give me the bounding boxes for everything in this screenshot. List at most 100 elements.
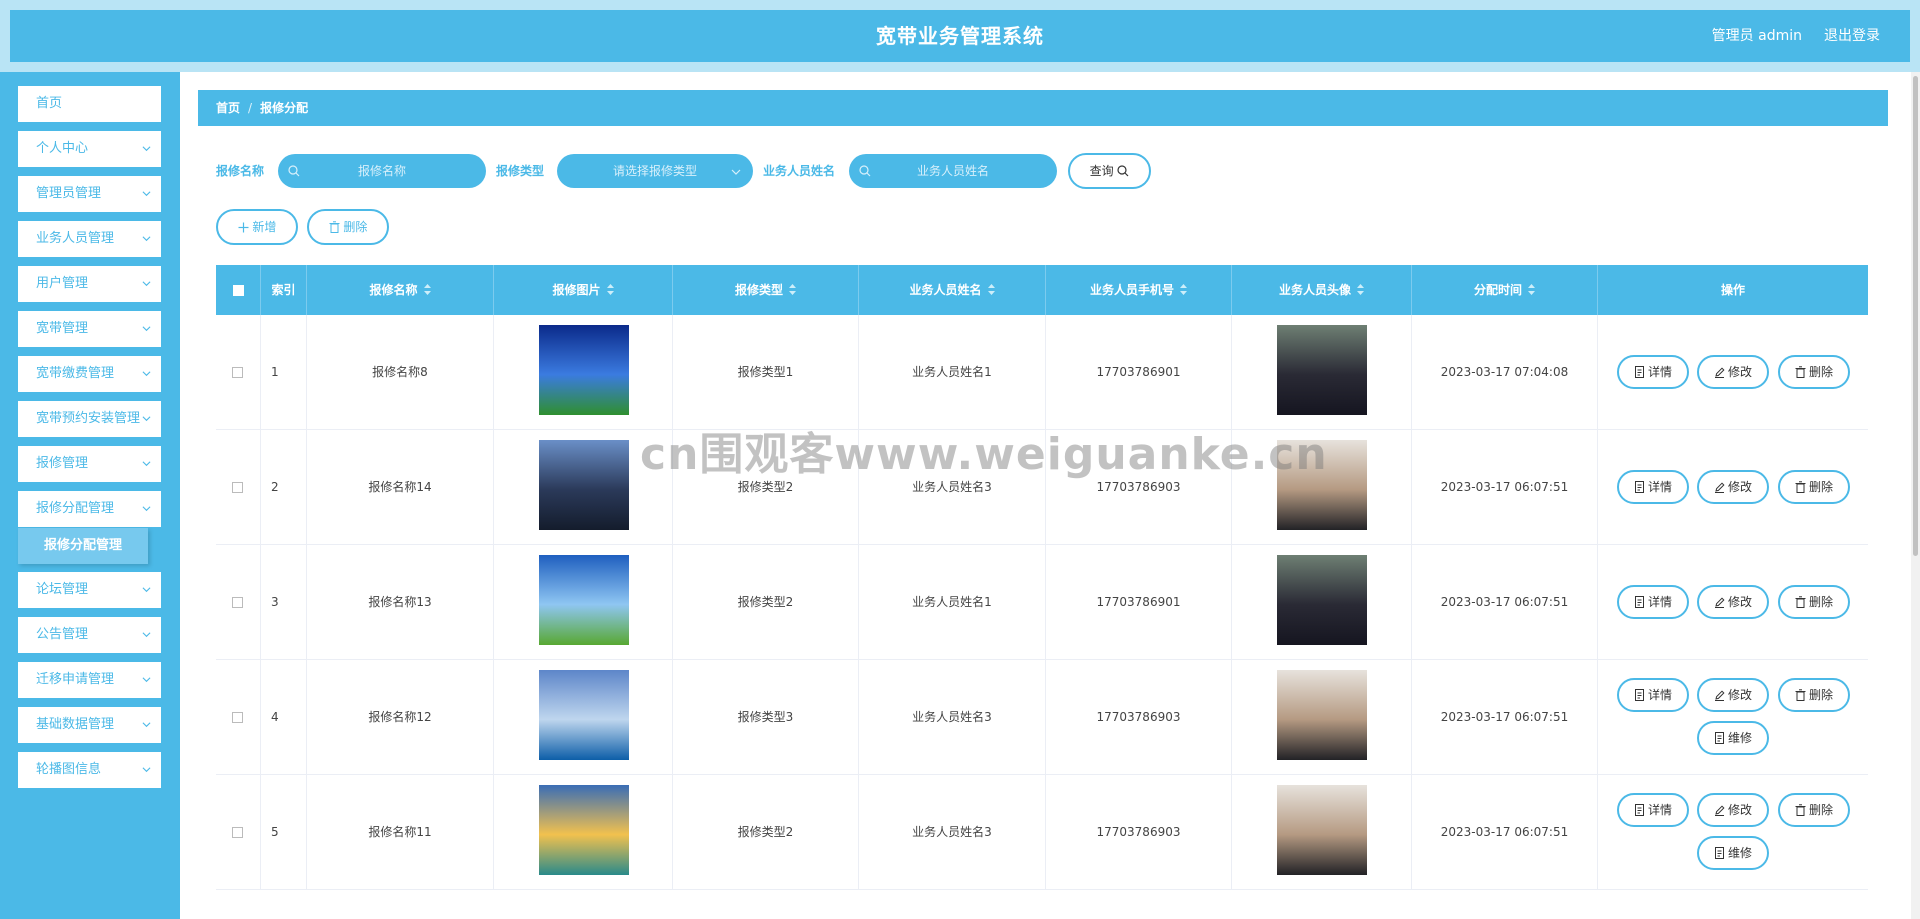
action-delete-button[interactable]: 删除	[1778, 585, 1850, 619]
row-checkbox[interactable]	[232, 597, 243, 608]
header-repair-type[interactable]: 报修类型	[673, 265, 859, 315]
row-checkbox[interactable]	[232, 827, 243, 838]
search-icon	[1117, 165, 1129, 177]
header-staff-name[interactable]: 业务人员姓名	[859, 265, 1046, 315]
action-edit-button[interactable]: 修改	[1697, 470, 1769, 504]
breadcrumb-home[interactable]: 首页	[216, 101, 240, 115]
trash-icon	[329, 221, 340, 233]
repair-image[interactable]	[539, 325, 629, 415]
submenu-item-repair-assign[interactable]: 报修分配管理	[18, 528, 148, 564]
logout-link[interactable]: 退出登录	[1824, 10, 1880, 62]
sidebar-item-forum[interactable]: 论坛管理	[18, 572, 161, 608]
cell-staff-phone: 17703786901	[1046, 545, 1232, 660]
cell-staff-avatar	[1232, 775, 1412, 890]
filter-type-select[interactable]: 请选择报修类型	[557, 154, 753, 188]
header-repair-image-label: 报修图片	[552, 283, 601, 297]
scrollbar-thumb[interactable]	[1913, 76, 1918, 556]
header-staff-phone[interactable]: 业务人员手机号	[1046, 265, 1232, 315]
filter-name-label: 报修名称	[216, 164, 265, 178]
cell-staff-name: 业务人员姓名3	[859, 775, 1046, 890]
sidebar-item-repair-assign[interactable]: 报修分配管理	[18, 491, 161, 527]
action-detail-button[interactable]: 详情	[1617, 470, 1689, 504]
sidebar-item-home[interactable]: 首页	[18, 86, 161, 122]
table-row: 3 报修名称13 报修类型2 业务人员姓名1 17703786901 2023-03-17…	[216, 545, 1868, 660]
select-all-checkbox[interactable]	[233, 285, 244, 296]
row-checkbox[interactable]	[232, 367, 243, 378]
sidebar-item-payment[interactable]: 宽带缴费管理	[18, 356, 161, 392]
chevron-down-icon	[142, 326, 151, 332]
action-detail-button[interactable]: 详情	[1617, 678, 1689, 712]
cell-staff-name: 业务人员姓名1	[859, 545, 1046, 660]
action-detail-button[interactable]: 详情	[1617, 793, 1689, 827]
pencil-icon	[1714, 367, 1725, 378]
header-assign-time[interactable]: 分配时间	[1412, 265, 1598, 315]
cell-index: 2	[261, 430, 307, 545]
row-checkbox[interactable]	[232, 482, 243, 493]
header-staff-avatar-label: 业务人员头像	[1278, 283, 1351, 297]
sidebar-item-basic-data[interactable]: 基础数据管理	[18, 707, 161, 743]
sidebar-item-migration[interactable]: 迁移申请管理	[18, 662, 161, 698]
header-repair-name[interactable]: 报修名称	[307, 265, 494, 315]
cell-assign-time: 2023-03-17 06:07:51	[1412, 545, 1598, 660]
cell-actions: 详情 修改 删除	[1598, 315, 1868, 430]
header-repair-name-label: 报修名称	[369, 283, 418, 297]
repair-image[interactable]	[539, 785, 629, 875]
action-delete-button[interactable]: 删除	[1778, 678, 1850, 712]
action-edit-button[interactable]: 修改	[1697, 678, 1769, 712]
header-staff-name-label: 业务人员姓名	[909, 283, 982, 297]
sidebar-item-label: 业务人员管理	[36, 231, 115, 246]
cell-repair-type: 报修类型2	[673, 545, 859, 660]
sidebar-item-label: 管理员管理	[36, 186, 102, 201]
action-edit-label: 修改	[1727, 480, 1752, 494]
sidebar-item-staff[interactable]: 业务人员管理	[18, 221, 161, 257]
action-detail-button[interactable]: 详情	[1617, 585, 1689, 619]
cell-repair-image	[494, 660, 673, 775]
cell-assign-time: 2023-03-17 06:07:51	[1412, 775, 1598, 890]
cell-repair-name: 报修名称8	[307, 315, 494, 430]
sidebar-item-notice[interactable]: 公告管理	[18, 617, 161, 653]
filter-name-input[interactable]: 报修名称	[278, 154, 486, 188]
repair-image[interactable]	[539, 440, 629, 530]
filter-staff-input[interactable]: 业务人员姓名	[849, 154, 1057, 188]
pencil-icon	[1714, 690, 1725, 701]
sidebar-item-carousel[interactable]: 轮播图信息	[18, 752, 161, 788]
sidebar-item-admin[interactable]: 管理员管理	[18, 176, 161, 212]
repair-image[interactable]	[539, 555, 629, 645]
action-repair-button[interactable]: 维修	[1697, 836, 1769, 870]
batch-delete-button[interactable]: 删除	[307, 209, 389, 245]
header-staff-avatar[interactable]: 业务人员头像	[1232, 265, 1412, 315]
add-button[interactable]: 新增	[216, 209, 298, 245]
sort-icon	[789, 266, 796, 316]
cell-actions: 详情 修改 删除	[1598, 430, 1868, 545]
action-edit-button[interactable]: 修改	[1697, 793, 1769, 827]
avatar[interactable]	[1277, 555, 1367, 645]
sidebar-item-broadband[interactable]: 宽带管理	[18, 311, 161, 347]
breadcrumb: 首页 / 报修分配	[198, 90, 1888, 126]
action-edit-button[interactable]: 修改	[1697, 585, 1769, 619]
action-edit-label: 修改	[1727, 688, 1752, 702]
cell-repair-image	[494, 430, 673, 545]
document-icon	[1634, 596, 1644, 608]
cell-assign-time: 2023-03-17 06:07:51	[1412, 430, 1598, 545]
sidebar-item-user[interactable]: 用户管理	[18, 266, 161, 302]
row-checkbox[interactable]	[232, 712, 243, 723]
repair-image[interactable]	[539, 670, 629, 760]
avatar[interactable]	[1277, 785, 1367, 875]
sidebar-item-install[interactable]: 宽带预约安装管理	[18, 401, 161, 437]
header-repair-image[interactable]: 报修图片	[494, 265, 673, 315]
cell-staff-avatar	[1232, 430, 1412, 545]
action-delete-button[interactable]: 删除	[1778, 355, 1850, 389]
action-delete-button[interactable]: 删除	[1778, 470, 1850, 504]
avatar[interactable]	[1277, 670, 1367, 760]
action-edit-button[interactable]: 修改	[1697, 355, 1769, 389]
action-detail-button[interactable]: 详情	[1617, 355, 1689, 389]
sidebar-item-label: 用户管理	[36, 276, 89, 291]
query-button[interactable]: 查询	[1068, 153, 1151, 189]
avatar[interactable]	[1277, 325, 1367, 415]
avatar[interactable]	[1277, 440, 1367, 530]
sidebar-item-profile[interactable]: 个人中心	[18, 131, 161, 167]
action-repair-button[interactable]: 维修	[1697, 721, 1769, 755]
sidebar-item-repair[interactable]: 报修管理	[18, 446, 161, 482]
add-button-label: 新增	[252, 220, 277, 234]
action-delete-button[interactable]: 删除	[1778, 793, 1850, 827]
